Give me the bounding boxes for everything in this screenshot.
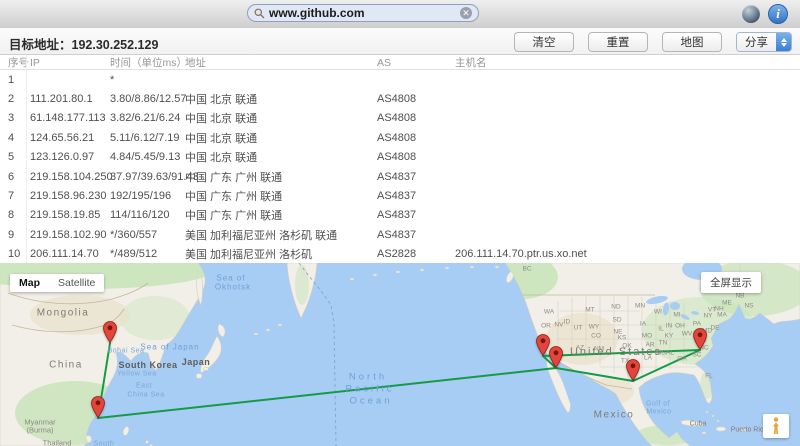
cell-as: AS2828: [377, 248, 455, 260]
map-type-control[interactable]: Map Satellite: [10, 274, 104, 292]
cell-time: */489/512: [110, 248, 185, 260]
header-ip: IP: [30, 57, 110, 69]
target-ip: 192.30.252.129: [72, 38, 159, 52]
table-row[interactable]: 10 206.111.14.70 */489/512 美国 加利福尼亚州 洛杉矶…: [0, 245, 800, 263]
share-button[interactable]: 分享: [736, 32, 792, 52]
table-row[interactable]: 4 124.65.56.21 5.11/6.12/7.19 中国 北京 联通 A…: [0, 128, 800, 147]
table-row[interactable]: 5 123.126.0.97 4.84/5.45/9.13 中国 北京 联通 A…: [0, 148, 800, 167]
search-field[interactable]: ✕: [247, 4, 479, 22]
cell-ip: 124.65.56.21: [30, 132, 110, 144]
cell-as: AS4808: [377, 132, 455, 144]
table-row[interactable]: 3 61.148.177.113 3.82/6.21/6.24 中国 北京 联通…: [0, 109, 800, 128]
search-icon: [254, 8, 265, 19]
cell-ip: 111.201.80.1: [30, 93, 110, 105]
header-as: AS: [377, 57, 455, 69]
table-row[interactable]: 1 *: [0, 70, 800, 89]
table-row[interactable]: 9 219.158.102.90 */360/557 美国 加利福尼亚州 洛杉矶…: [0, 225, 800, 244]
header-addr: 地址: [185, 55, 377, 70]
pegman-icon: [771, 417, 781, 435]
table-header-row: 序号 IP 时间（单位ms） 地址 AS 主机名: [0, 55, 800, 70]
cell-time: 3.82/6.21/6.24: [110, 112, 185, 124]
cell-time: */360/557: [110, 229, 185, 241]
table-row[interactable]: 6 219.158.104.250 37.97/39.63/91.43 中国 广…: [0, 167, 800, 186]
traceroute-app-window: ✕ i 目标地址：192.30.252.129 清空 重置 地图 分享 序号 I…: [0, 0, 800, 446]
target-address: 目标地址：192.30.252.129: [9, 34, 158, 53]
clear-button[interactable]: 清空: [514, 32, 574, 52]
cell-addr: 中国 广东 广州 联通: [185, 207, 377, 223]
cell-as: AS4837: [377, 171, 455, 183]
cell-as: AS4837: [377, 190, 455, 202]
map-marker[interactable]: [626, 359, 640, 381]
trace-table: 序号 IP 时间（单位ms） 地址 AS 主机名 1 * 2 111.201.8…: [0, 55, 800, 263]
map-marker[interactable]: [693, 328, 707, 350]
cell-as: AS4837: [377, 229, 455, 241]
cell-addr: 美国 加利福尼亚州 洛杉矶: [185, 246, 377, 262]
cell-addr: 中国 广东 广州 联通: [185, 188, 377, 204]
cell-time: *: [110, 74, 185, 86]
cell-addr: 中国 北京 联通: [185, 110, 377, 126]
map-canvas: [0, 263, 800, 446]
cell-host: 206.111.14.70.ptr.us.xo.net: [455, 248, 800, 260]
map-type-map-button[interactable]: Map: [10, 274, 49, 292]
map-button[interactable]: 地图: [662, 32, 722, 52]
cell-ip: 219.158.19.85: [30, 209, 110, 221]
reset-button[interactable]: 重置: [588, 32, 648, 52]
cell-addr: 美国 加利福尼亚州 洛杉矶 联通: [185, 227, 377, 243]
toolbar: ✕ i: [0, 0, 800, 29]
table-row[interactable]: 2 111.201.80.1 3.80/8.86/12.57 中国 北京 联通 …: [0, 89, 800, 108]
map-marker[interactable]: [536, 334, 550, 356]
share-dropdown-icon[interactable]: [776, 33, 791, 51]
fullscreen-button[interactable]: 全屏显示: [701, 272, 761, 293]
cell-ip: 206.111.14.70: [30, 248, 110, 260]
cell-as: AS4837: [377, 209, 455, 221]
cell-as: AS4808: [377, 151, 455, 163]
table-row[interactable]: 8 219.158.19.85 114/116/120 中国 广东 广州 联通 …: [0, 206, 800, 225]
clear-search-icon[interactable]: ✕: [460, 7, 472, 19]
map-type-satellite-button[interactable]: Satellite: [49, 274, 104, 292]
cell-ip: 219.158.96.230: [30, 190, 110, 202]
search-input[interactable]: [265, 6, 460, 20]
map-marker[interactable]: [549, 346, 563, 368]
globe-icon[interactable]: [742, 5, 760, 23]
header-time: 时间（单位ms）: [110, 55, 185, 70]
header-host: 主机名: [455, 55, 800, 70]
map-marker[interactable]: [91, 396, 105, 418]
cell-ip: 219.158.104.250: [30, 171, 110, 183]
cell-time: 37.97/39.63/91.43: [110, 171, 185, 183]
cell-ip: 219.158.102.90: [30, 229, 110, 241]
table-row[interactable]: 7 219.158.96.230 192/195/196 中国 广东 广州 联通…: [0, 186, 800, 205]
target-address-label: 目标地址：: [9, 38, 72, 52]
cell-addr: 中国 北京 联通: [185, 149, 377, 165]
cell-addr: 中国 北京 联通: [185, 91, 377, 107]
command-bar: 目标地址：192.30.252.129 清空 重置 地图 分享: [0, 28, 800, 55]
cell-time: 114/116/120: [110, 209, 185, 221]
cell-time: 3.80/8.86/12.57: [110, 93, 185, 105]
cell-time: 5.11/6.12/7.19: [110, 132, 185, 144]
cell-ip: 61.148.177.113: [30, 112, 110, 124]
cell-as: AS4808: [377, 112, 455, 124]
route-map[interactable]: Sea ofOkhotskSea of JapanBohai SeaYellow…: [0, 263, 800, 446]
cell-time: 192/195/196: [110, 190, 185, 202]
map-marker[interactable]: [103, 321, 117, 343]
info-button[interactable]: i: [768, 4, 788, 24]
cell-addr: 中国 北京 联通: [185, 130, 377, 146]
cell-time: 4.84/5.45/9.13: [110, 151, 185, 163]
cell-as: AS4808: [377, 93, 455, 105]
column-separator: [26, 55, 27, 263]
share-button-label[interactable]: 分享: [737, 33, 776, 51]
cell-addr: 中国 广东 广州 联通: [185, 169, 377, 185]
cell-ip: 123.126.0.97: [30, 151, 110, 163]
pegman-control[interactable]: [763, 414, 789, 438]
